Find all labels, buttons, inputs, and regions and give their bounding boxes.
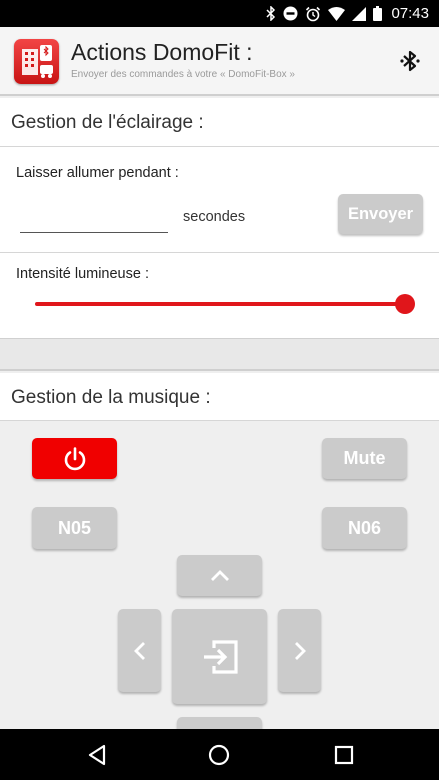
up-button[interactable]: [177, 555, 262, 596]
nav-bar: [0, 729, 439, 780]
intensity-label: Intensité lumineuse :: [16, 266, 149, 282]
status-time: 07:43: [391, 5, 429, 22]
home-button[interactable]: [207, 743, 231, 767]
status-bar: 07:43: [0, 0, 439, 27]
slider-track: [35, 302, 405, 306]
chevron-up-icon: [210, 569, 229, 581]
chevron-left-icon: [133, 641, 145, 660]
right-button[interactable]: [278, 609, 321, 692]
back-icon: [88, 744, 106, 766]
slider-thumb[interactable]: [395, 294, 415, 314]
wifi-icon: [328, 6, 346, 21]
preset-n06-button[interactable]: N06: [322, 507, 407, 549]
chevron-right-icon: [294, 641, 306, 660]
lighting-section-title: Gestion de l'éclairage :: [11, 112, 204, 133]
intensity-slider[interactable]: [35, 292, 415, 316]
power-icon: [64, 446, 85, 470]
lighting-header: Gestion de l'éclairage :: [0, 98, 439, 146]
do-not-disturb-icon: [283, 6, 298, 21]
bluetooth-connect-button[interactable]: [399, 49, 421, 73]
duration-label: Laisser allumer pendant :: [16, 165, 179, 181]
app-bar: Actions DomoFit : Envoyer des commandes …: [0, 27, 439, 96]
app-subtitle: Envoyer des commandes à votre « DomoFit-…: [71, 69, 295, 80]
back-button[interactable]: [85, 743, 109, 767]
divider: [0, 420, 439, 421]
music-header: Gestion de la musique :: [0, 373, 439, 420]
app-title: Actions DomoFit :: [71, 39, 253, 65]
power-button[interactable]: [32, 438, 117, 479]
duration-input[interactable]: [20, 207, 168, 233]
preset-n05-button[interactable]: N05: [32, 507, 117, 549]
bluetooth-icon: [400, 50, 420, 72]
duration-unit: secondes: [183, 209, 246, 225]
bluetooth-status-icon: [266, 6, 276, 21]
recents-button[interactable]: [332, 743, 356, 767]
input-enter-icon: [203, 639, 238, 674]
signal-icon: [352, 6, 367, 21]
recents-icon: [334, 745, 354, 765]
mute-button[interactable]: Mute: [322, 438, 407, 479]
enter-button[interactable]: [172, 609, 267, 704]
send-button[interactable]: Envoyer: [338, 194, 423, 234]
alarm-icon: [305, 6, 321, 22]
battery-icon: [373, 6, 383, 21]
home-icon: [208, 744, 230, 766]
left-button[interactable]: [118, 609, 161, 692]
app-logo: [14, 39, 59, 84]
music-section-title: Gestion de la musique :: [11, 387, 211, 408]
section-separator: [0, 338, 439, 371]
